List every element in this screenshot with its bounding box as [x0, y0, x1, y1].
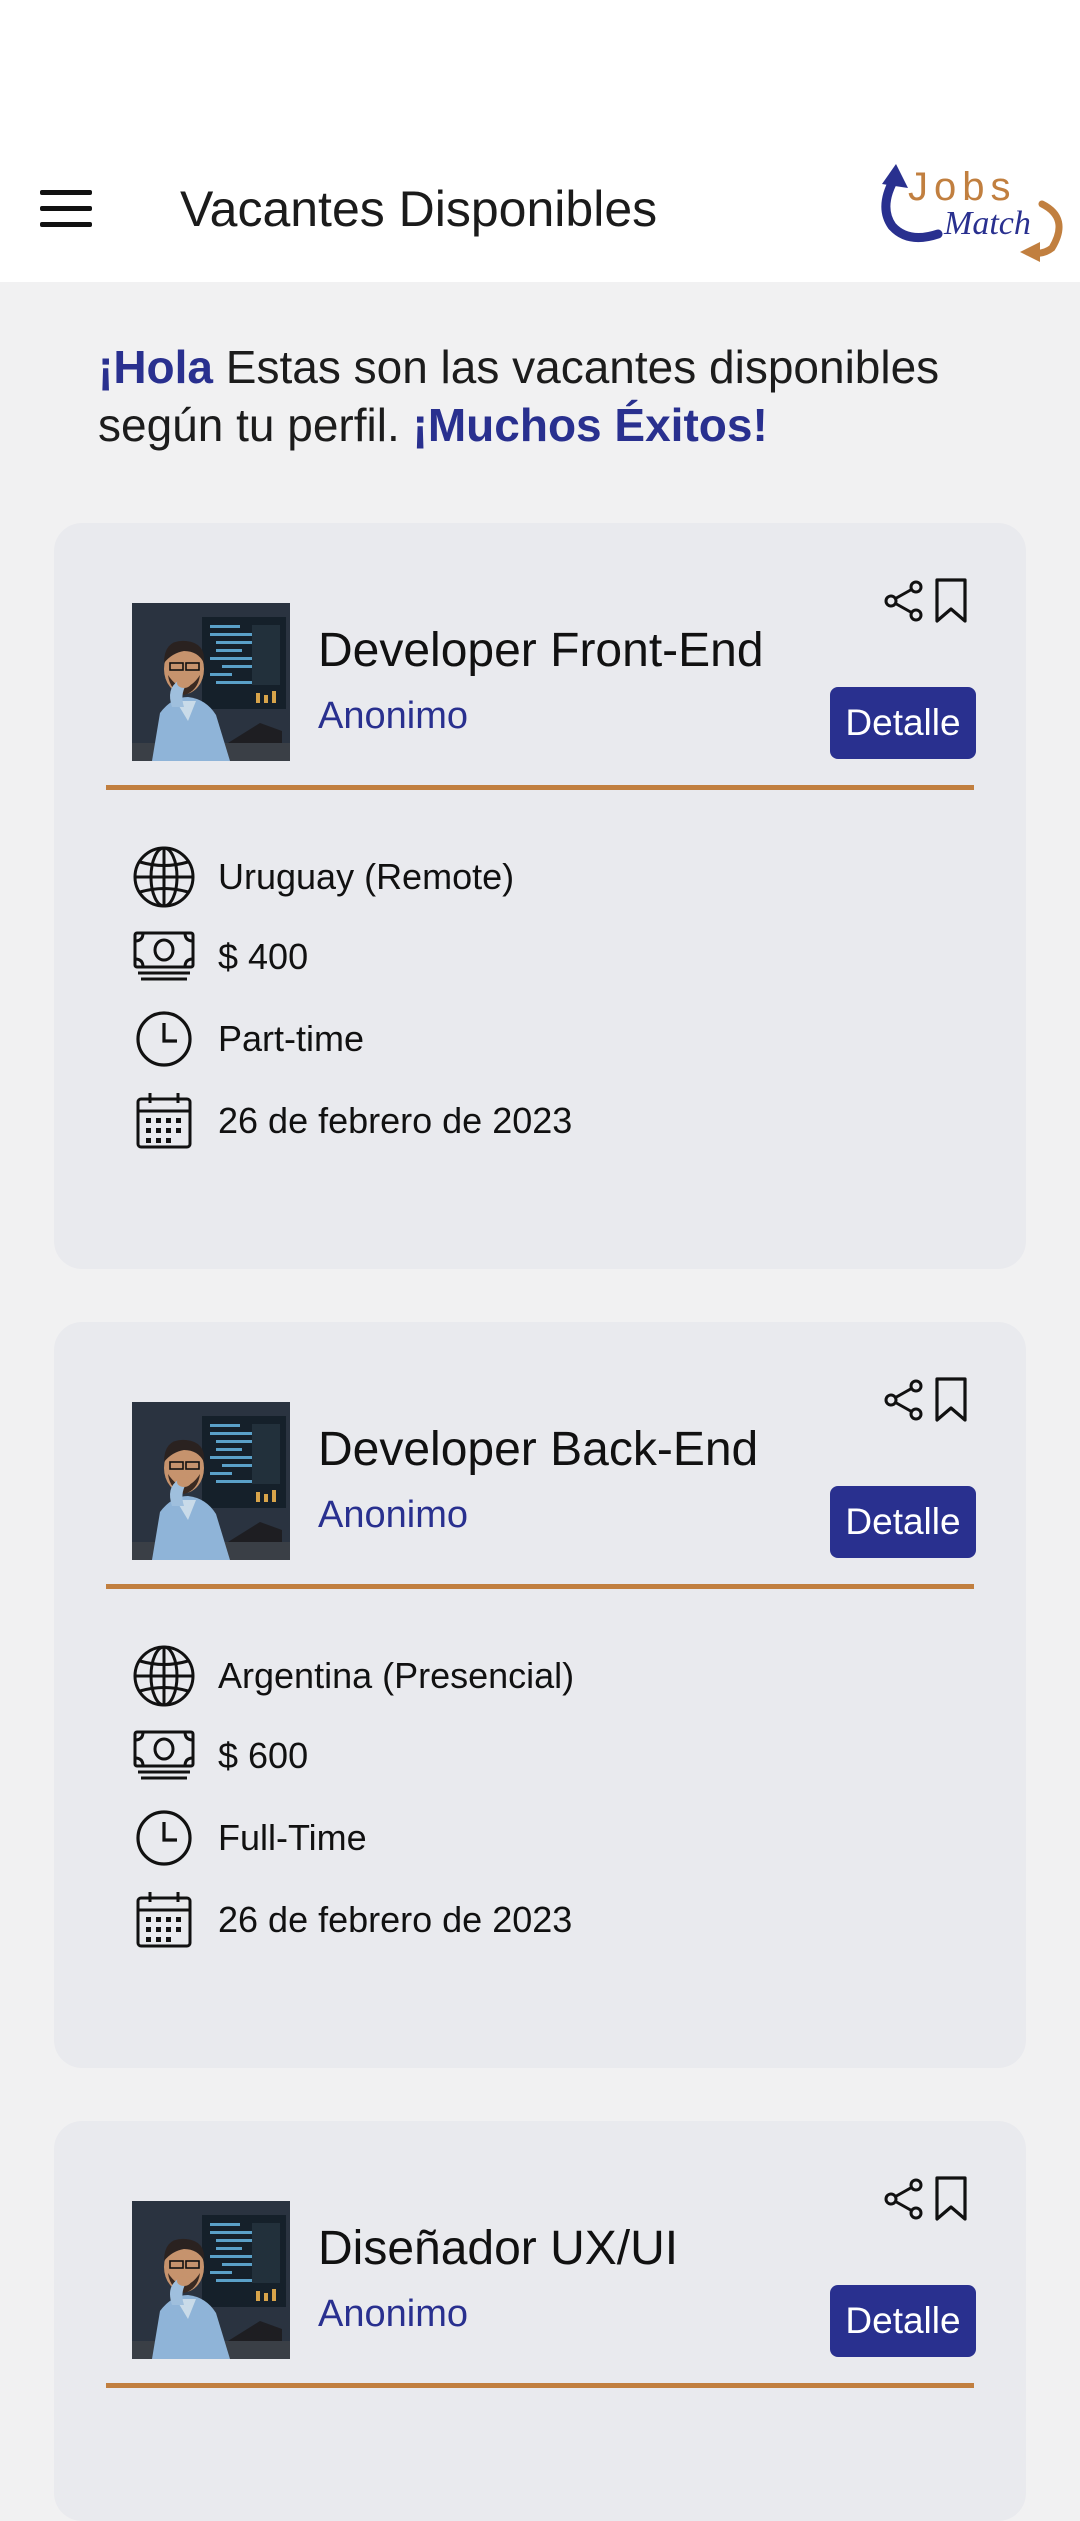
hamburger-menu-icon[interactable] — [40, 190, 92, 230]
intro-greeting: ¡Hola — [98, 341, 213, 393]
bookmark-icon[interactable] — [932, 2175, 970, 2223]
calendar-icon — [132, 1888, 196, 1952]
job-title: Developer Back-End — [318, 1423, 759, 1476]
share-icon[interactable] — [882, 1378, 926, 1422]
share-icon[interactable] — [882, 2177, 926, 2221]
status-bar — [0, 0, 1080, 140]
company-name: Anonimo — [318, 1494, 468, 1536]
company-image — [132, 603, 290, 761]
money-icon — [132, 1724, 196, 1788]
schedule-text: Part-time — [218, 1018, 365, 1059]
company-name: Anonimo — [318, 695, 468, 737]
location-row: Uruguay (Remote) — [132, 845, 514, 909]
logo-word-match: Match — [943, 205, 1031, 242]
bookmark-icon[interactable] — [932, 577, 970, 625]
app-bar: Vacantes Disponibles Jobs Match — [0, 140, 1080, 282]
salary-text: $ 400 — [218, 936, 309, 977]
job-title: Diseñador UX/UI — [318, 2222, 679, 2275]
job-title: Developer Front-End — [318, 624, 764, 677]
clock-icon — [132, 1806, 196, 1870]
job-card: Developer Front-End Anonimo Detalle Urug… — [54, 523, 1026, 1269]
clock-icon — [132, 1007, 196, 1071]
divider — [106, 2383, 974, 2388]
salary-row: $ 600 — [132, 1724, 308, 1788]
schedule-row: Full-Time — [132, 1806, 367, 1870]
job-card: Diseñador UX/UI Anonimo Detalle — [54, 2121, 1026, 2521]
globe-icon — [132, 845, 196, 909]
intro-closing: ¡Muchos Éxitos! — [412, 399, 768, 451]
detail-button[interactable]: Detalle — [830, 1486, 976, 1558]
money-icon — [132, 925, 196, 989]
location-row: Argentina (Presencial) — [132, 1644, 574, 1708]
date-row: 26 de febrero de 2023 — [132, 1888, 572, 1952]
date-text: 26 de febrero de 2023 — [218, 1100, 573, 1141]
location-text: Uruguay (Remote) — [218, 856, 515, 897]
date-text: 26 de febrero de 2023 — [218, 1899, 573, 1940]
divider — [106, 1584, 974, 1589]
date-row: 26 de febrero de 2023 — [132, 1089, 572, 1153]
schedule-text: Full-Time — [218, 1817, 367, 1858]
salary-row: $ 400 — [132, 925, 308, 989]
bookmark-icon[interactable] — [932, 1376, 970, 1424]
divider — [106, 785, 974, 790]
detail-button[interactable]: Detalle — [830, 687, 976, 759]
location-text: Argentina (Presencial) — [218, 1655, 575, 1696]
globe-icon — [132, 1644, 196, 1708]
salary-text: $ 600 — [218, 1735, 309, 1776]
jobsmatch-logo: Jobs Match — [881, 164, 1063, 262]
calendar-icon — [132, 1089, 196, 1153]
company-name: Anonimo — [318, 2293, 468, 2335]
job-card: Developer Back-End Anonimo Detalle Argen… — [54, 1322, 1026, 2068]
detail-button[interactable]: Detalle — [830, 2285, 976, 2357]
page-title: Vacantes Disponibles — [180, 181, 658, 237]
intro-message: ¡Hola Estas son las vacantes disponibles… — [98, 338, 998, 454]
share-icon[interactable] — [882, 579, 926, 623]
logo-word-jobs: Jobs — [908, 165, 1017, 209]
company-image — [132, 2201, 290, 2359]
company-image — [132, 1402, 290, 1560]
schedule-row: Part-time — [132, 1007, 364, 1071]
